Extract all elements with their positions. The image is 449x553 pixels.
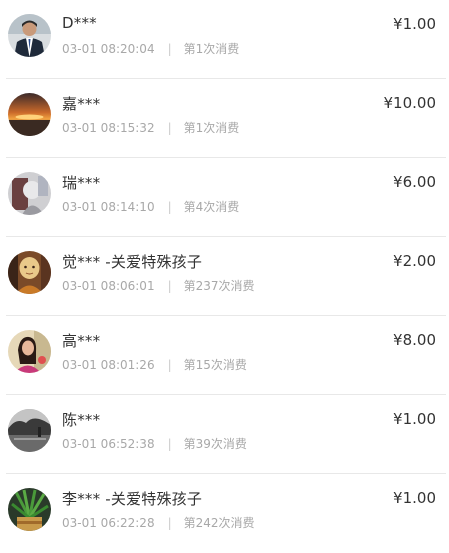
transaction-time: 03-01 06:52:38 [62, 437, 155, 451]
transaction-time: 03-01 08:01:26 [62, 358, 155, 372]
transaction-amount: ¥1.00 [393, 15, 436, 33]
landscape-bw-avatar-icon [8, 409, 51, 452]
transaction-time: 03-01 08:14:10 [62, 200, 155, 214]
grey-figure-avatar-icon [8, 172, 51, 215]
transaction-meta: 03-01 08:15:32 | 第1次消费 [62, 119, 239, 136]
transaction-list: D*** 03-01 08:20:04 | 第1次消费 ¥1.00 嘉*** 0… [0, 0, 449, 553]
list-item[interactable]: D*** 03-01 08:20:04 | 第1次消费 ¥1.00 [6, 0, 446, 79]
transaction-meta: 03-01 08:06:01 | 第237次消费 [62, 277, 255, 294]
visit-count: 第4次消费 [183, 200, 240, 214]
customer-name: 李*** -关爱特殊孩子 [62, 490, 203, 508]
visit-count: 第242次消费 [183, 516, 255, 530]
meta-separator: | [167, 437, 172, 451]
visit-count: 第15次消费 [183, 358, 247, 372]
customer-name: 觉*** -关爱特殊孩子 [62, 253, 203, 271]
list-item[interactable]: 瑞*** 03-01 08:14:10 | 第4次消费 ¥6.00 [6, 158, 446, 237]
transaction-meta: 03-01 08:14:10 | 第4次消费 [62, 198, 239, 215]
customer-name: 高*** [62, 332, 101, 350]
transaction-amount: ¥10.00 [383, 94, 437, 112]
transaction-meta: 03-01 06:22:28 | 第242次消费 [62, 514, 255, 531]
meta-separator: | [167, 42, 172, 56]
woman-avatar-icon [8, 330, 51, 373]
transaction-amount: ¥8.00 [393, 331, 436, 349]
monk-avatar-icon [8, 251, 51, 294]
transaction-amount: ¥1.00 [393, 410, 436, 428]
man-in-suit-avatar-icon [8, 14, 51, 57]
visit-count: 第39次消费 [183, 437, 247, 451]
list-item[interactable]: 高*** 03-01 08:01:26 | 第15次消费 ¥8.00 [6, 316, 446, 395]
list-item[interactable]: 嘉*** 03-01 08:15:32 | 第1次消费 ¥10.00 [6, 79, 446, 158]
visit-count: 第237次消费 [183, 279, 255, 293]
visit-count: 第1次消费 [183, 42, 240, 56]
transaction-amount: ¥1.00 [393, 489, 436, 507]
transaction-time: 03-01 08:15:32 [62, 121, 155, 135]
meta-separator: | [167, 516, 172, 530]
list-item[interactable]: 觉*** -关爱特殊孩子 03-01 08:06:01 | 第237次消费 ¥2.0… [6, 237, 446, 316]
transaction-meta: 03-01 08:20:04 | 第1次消费 [62, 40, 239, 57]
meta-separator: | [167, 358, 172, 372]
list-item[interactable]: 陈*** 03-01 06:52:38 | 第39次消费 ¥1.00 [6, 395, 446, 474]
transaction-time: 03-01 08:06:01 [62, 279, 155, 293]
plant-avatar-icon [8, 488, 51, 531]
meta-separator: | [167, 200, 172, 214]
transaction-meta: 03-01 08:01:26 | 第15次消费 [62, 356, 247, 373]
customer-name: 瑞*** [62, 174, 101, 192]
meta-separator: | [167, 279, 172, 293]
sunset-avatar-icon [8, 93, 51, 136]
transaction-amount: ¥6.00 [393, 173, 436, 191]
visit-count: 第1次消费 [183, 121, 240, 135]
transaction-time: 03-01 06:22:28 [62, 516, 155, 530]
transaction-amount: ¥2.00 [393, 252, 436, 270]
customer-name: D*** [62, 14, 97, 32]
customer-name: 陈*** [62, 411, 101, 429]
transaction-meta: 03-01 06:52:38 | 第39次消费 [62, 435, 247, 452]
meta-separator: | [167, 121, 172, 135]
list-item[interactable]: 李*** -关爱特殊孩子 03-01 06:22:28 | 第242次消费 ¥1.0… [6, 474, 446, 553]
customer-name: 嘉*** [62, 95, 101, 113]
transaction-time: 03-01 08:20:04 [62, 42, 155, 56]
